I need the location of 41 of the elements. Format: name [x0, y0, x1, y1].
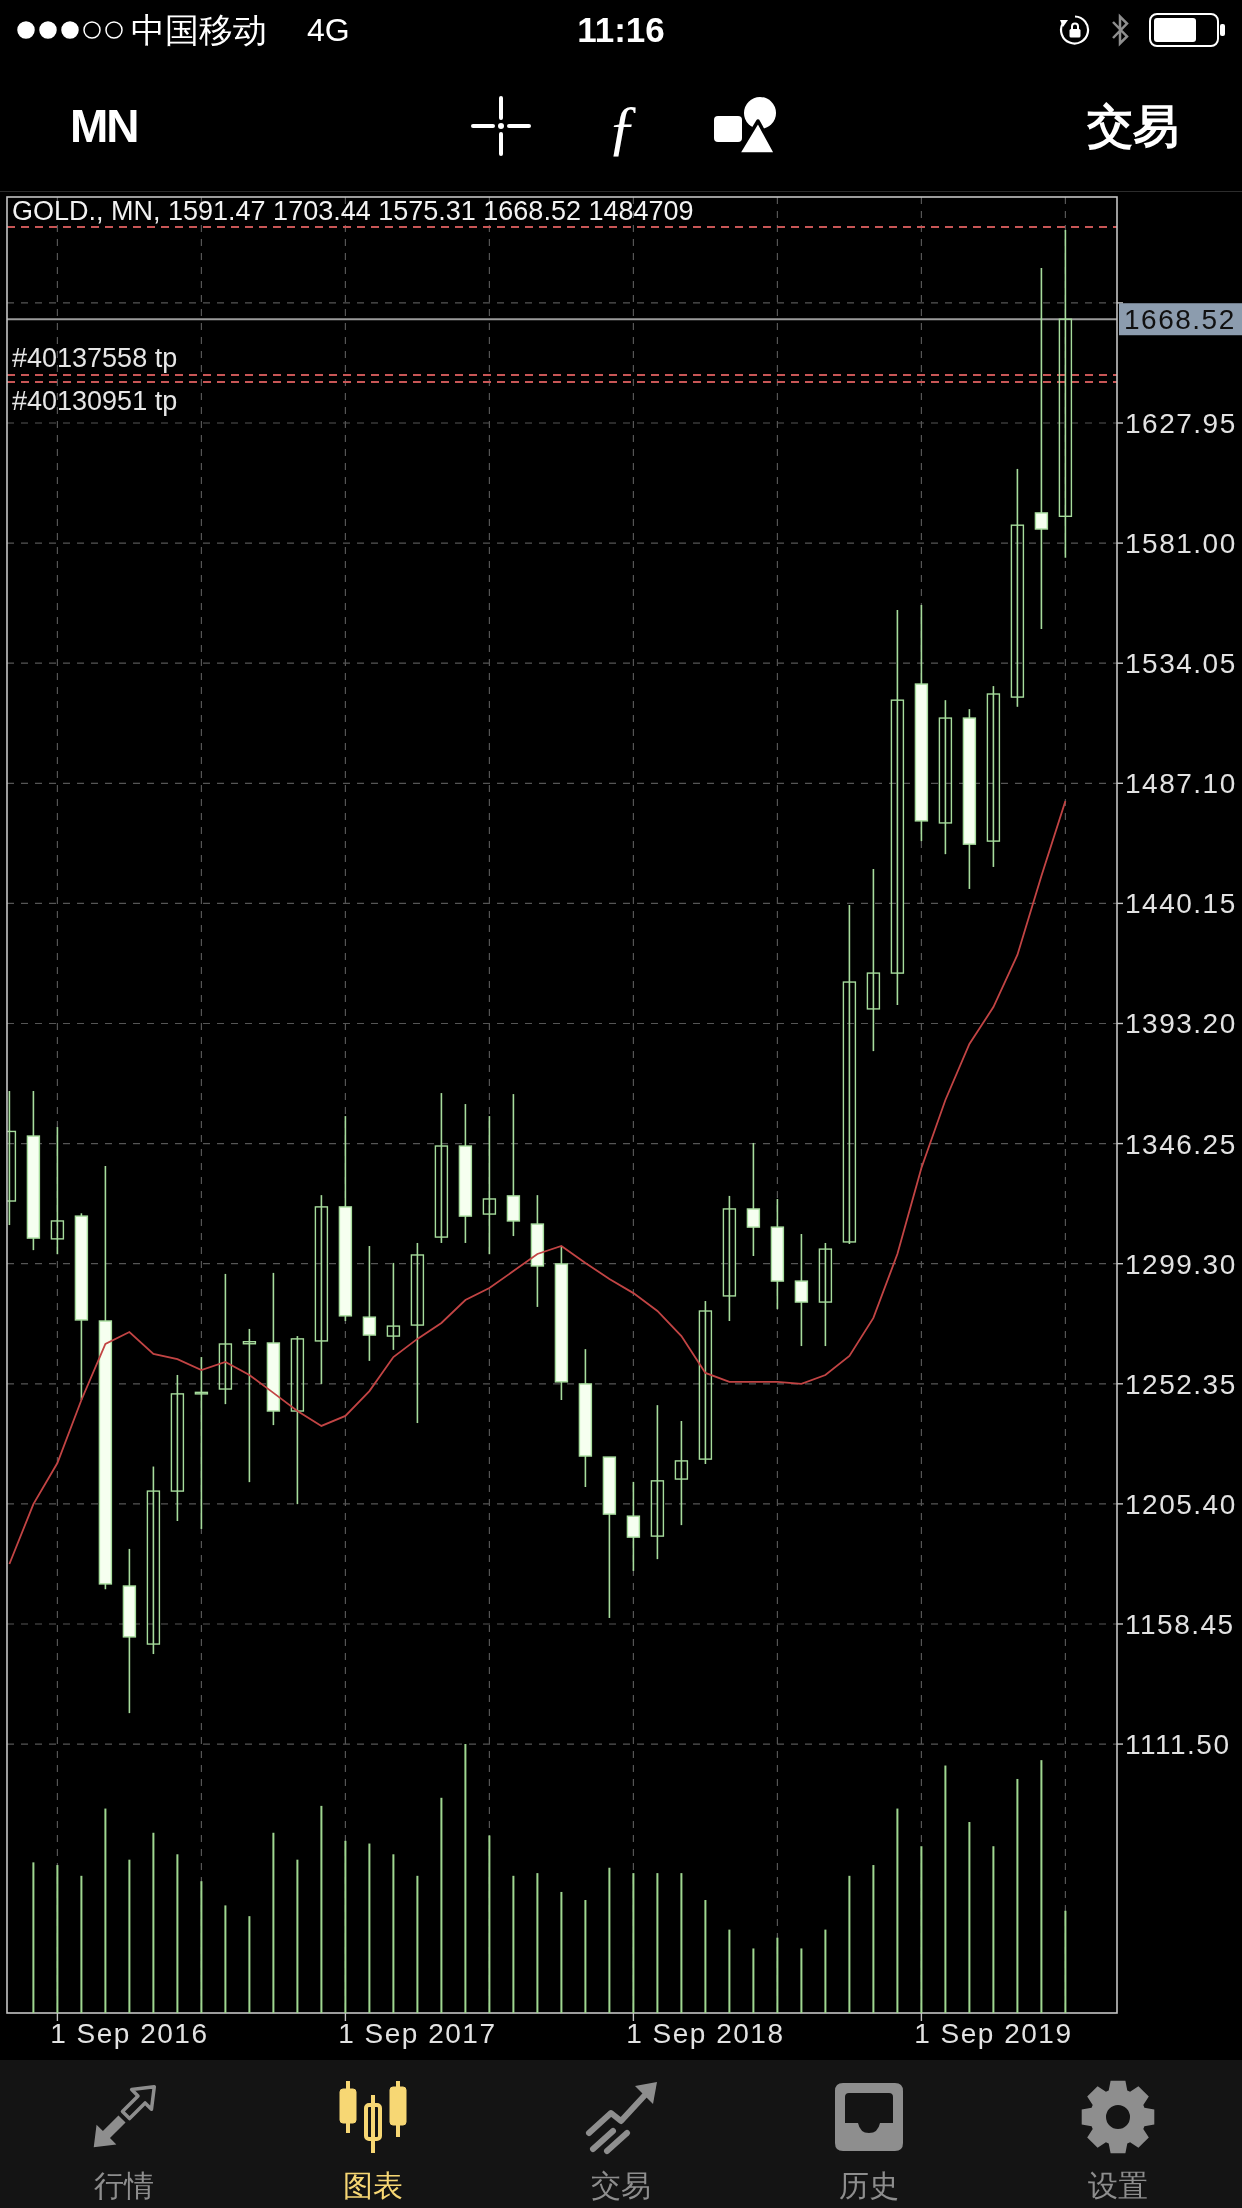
tab[interactable]: 设置 — [993, 2060, 1242, 2208]
tab[interactable]: 历史 — [745, 2060, 994, 2208]
date-axis-label: 1 Sep 2019 — [914, 2018, 1073, 2049]
shapes-icon[interactable] — [714, 95, 778, 156]
price-axis-label: 1534.05 — [1125, 648, 1237, 680]
status-time: 11:16 — [577, 10, 665, 50]
price-axis-label: 1299.30 — [1125, 1248, 1237, 1280]
order-label: #40130951 tp — [12, 385, 178, 416]
price-axis-label: 1158.45 — [1125, 1609, 1235, 1640]
price-axis-label: 1346.25 — [1125, 1128, 1237, 1160]
date-axis-label: 1 Sep 2018 — [626, 2018, 785, 2049]
timeframe-button[interactable]: MN — [70, 97, 138, 154]
price-axis-label: 1487.10 — [1125, 768, 1237, 800]
chart-title: GOLD., MN, 1591.47 1703.44 1575.31 1668.52 1484709 — [12, 195, 694, 226]
price-axis-label: 1111.50 — [1125, 1729, 1231, 1761]
trade-button[interactable]: 交易 — [1087, 97, 1179, 154]
trend-arrow-icon — [583, 2079, 659, 2155]
gear-icon — [1079, 2079, 1156, 2155]
price-axis-label: 1440.15 — [1125, 888, 1237, 920]
network-type: 4G — [307, 11, 350, 50]
tab[interactable]: 交易 — [496, 2060, 746, 2208]
order-label: #40137558 tp — [12, 343, 178, 374]
carrier-name: 中国移动 — [131, 10, 267, 50]
indicators-button[interactable]: ƒ — [607, 92, 638, 159]
tab[interactable]: 图表 — [248, 2060, 497, 2208]
price-axis-label: 1627.95 — [1125, 408, 1237, 439]
rotation-lock-icon — [1059, 14, 1091, 46]
price-axis-label: 1393.20 — [1125, 1008, 1237, 1040]
date-axis-label: 1 Sep 2017 — [338, 2018, 497, 2049]
tab[interactable]: 行情 — [0, 2060, 249, 2208]
battery-icon — [1149, 13, 1225, 47]
current-price-tag: 1668.52 — [1119, 303, 1242, 336]
price-axis-label: 1252.35 — [1125, 1368, 1237, 1400]
price-axis-label: 1581.00 — [1125, 528, 1237, 560]
price-axis-label: 1205.40 — [1125, 1488, 1237, 1520]
volume-bar — [752, 1948, 755, 2013]
date-axis-label: 1 Sep 2016 — [50, 2018, 209, 2049]
volume-bar — [800, 1948, 803, 2013]
crosshair-icon[interactable] — [471, 95, 531, 156]
bluetooth-icon — [1110, 13, 1130, 47]
signal-strength-icon — [17, 21, 124, 39]
